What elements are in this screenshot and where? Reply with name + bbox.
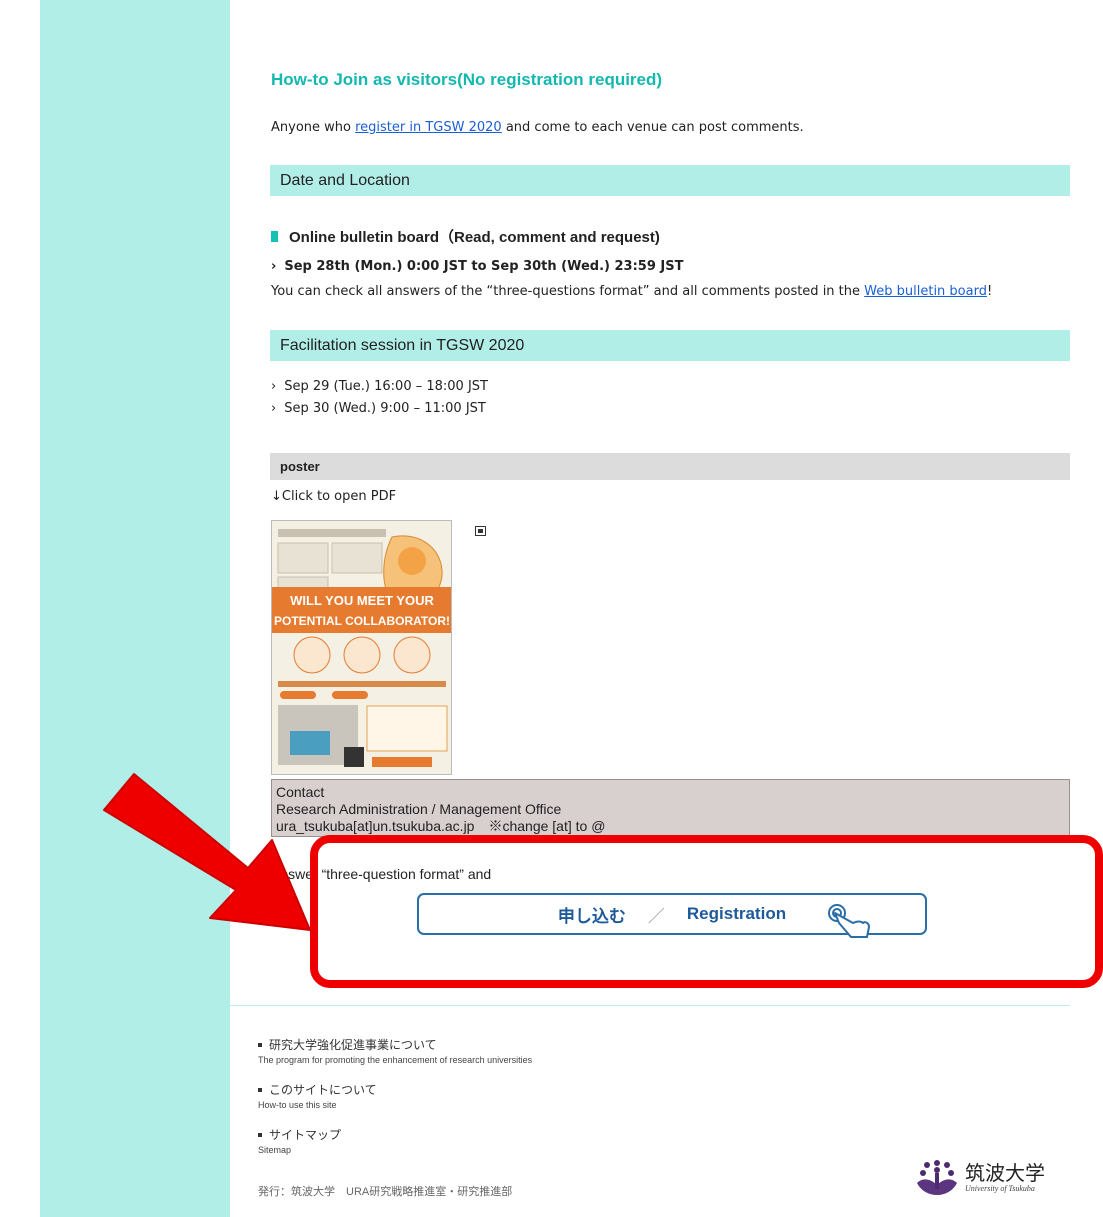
session-text: Sep 30 (Wed.) 9:00 – 11:00 JST: [284, 401, 486, 416]
session-item: › Sep 29 (Tue.) 16:00 – 18:00 JST: [271, 379, 488, 394]
paulownia-crest-icon: [917, 1159, 957, 1195]
intro-after: and come to each venue can post comments…: [501, 120, 804, 135]
footer-en: Sitemap: [258, 1145, 292, 1155]
facilitation-header: Facilitation session in TGSW 2020: [270, 330, 1070, 361]
footer-item-program[interactable]: 研究大学強化促進事業について The program for promoting…: [258, 1036, 532, 1065]
poster-header: poster: [270, 453, 1070, 480]
bullet-icon: [258, 1087, 262, 1092]
footer-jp: 研究大学強化促進事業について: [269, 1038, 437, 1052]
footer-en: How-to use this site: [258, 1100, 337, 1110]
red-arrow-icon: [103, 773, 311, 931]
poster-title-line2: POTENTIAL COLLABORATOR!: [274, 614, 450, 628]
bullet-icon: [258, 1042, 262, 1047]
session-text: Sep 29 (Tue.) 16:00 – 18:00 JST: [284, 379, 488, 394]
click-to-open-pdf: ↓Click to open PDF: [271, 489, 397, 504]
footer-item-about[interactable]: このサイトについて How-to use this site: [258, 1081, 377, 1110]
period-text: Sep 28th (Mon.) 0:00 JST to Sep 30th (We…: [284, 259, 684, 274]
chevron-right-icon: ›: [271, 379, 277, 394]
web-bulletin-board-link[interactable]: Web bulletin board: [864, 284, 987, 299]
check-after: !: [986, 284, 993, 299]
check-answers-text: You can check all answers of the “three-…: [271, 284, 992, 299]
poster-title-line1: WILL YOU MEET YOUR: [290, 593, 434, 608]
university-logo[interactable]: 筑波大学 University of Tsukuba: [913, 1155, 1063, 1200]
logo-text: 筑波大学 University of Tsukuba: [965, 1162, 1045, 1193]
left-margin: [0, 0, 40, 1217]
highlight-frame: [310, 835, 1103, 988]
footer-jp-row: このサイトについて: [258, 1081, 377, 1098]
register-tgsw-link[interactable]: register in TGSW 2020: [355, 120, 502, 135]
footer-en: The program for promoting the enhancemen…: [258, 1055, 533, 1065]
chevron-right-icon: ›: [271, 401, 277, 416]
footer-jp: このサイトについて: [269, 1083, 377, 1097]
logo-jp: 筑波大学: [965, 1161, 1045, 1185]
footer-divider: [230, 1005, 1070, 1006]
footer-jp-row: サイトマップ: [258, 1126, 341, 1143]
logo-en: University of Tsukuba: [965, 1184, 1035, 1193]
poster-thumbnail[interactable]: WILL YOU MEET YOUR POTENTIAL COLLABORATO…: [271, 520, 452, 775]
online-board-text: Online bulletin board（Read, comment and …: [289, 229, 660, 246]
contact-label: Contact: [276, 784, 325, 800]
poster-image: WILL YOU MEET YOUR POTENTIAL COLLABORATO…: [272, 521, 451, 774]
teal-square-icon: [271, 231, 278, 242]
footer-jp-row: 研究大学強化促進事業について: [258, 1036, 532, 1053]
check-before: You can check all answers of the “three-…: [271, 284, 865, 299]
intro-before: Anyone who: [271, 120, 356, 135]
date-location-header: Date and Location: [270, 165, 1070, 196]
footer-jp: サイトマップ: [269, 1128, 342, 1142]
intro-text: Anyone who register in TGSW 2020 and com…: [271, 120, 804, 135]
online-board-label: Online bulletin board（Read, comment and …: [271, 226, 660, 247]
period-line: › Sep 28th (Mon.) 0:00 JST to Sep 30th (W…: [271, 259, 683, 274]
session-item: › Sep 30 (Wed.) 9:00 – 11:00 JST: [271, 401, 486, 416]
bullet-icon: [258, 1132, 262, 1137]
contact-email: ura_tsukuba[at]un.tsukuba.ac.jp ※change …: [276, 818, 606, 834]
main-content: How-to Join as visitors(No registration …: [230, 0, 1103, 1217]
broken-image-icon: [475, 526, 486, 536]
chevron-right-icon: ›: [271, 259, 277, 274]
publisher-text: 発行：筑波大学 URA研究戦略推進室・研究推進部: [258, 1186, 513, 1198]
page-heading: How-to Join as visitors(No registration …: [271, 70, 663, 89]
contact-office: Research Administration / Management Off…: [276, 801, 562, 817]
footer-item-sitemap[interactable]: サイトマップ Sitemap: [258, 1126, 341, 1155]
contact-box: Contact Research Administration / Manage…: [271, 779, 1070, 837]
